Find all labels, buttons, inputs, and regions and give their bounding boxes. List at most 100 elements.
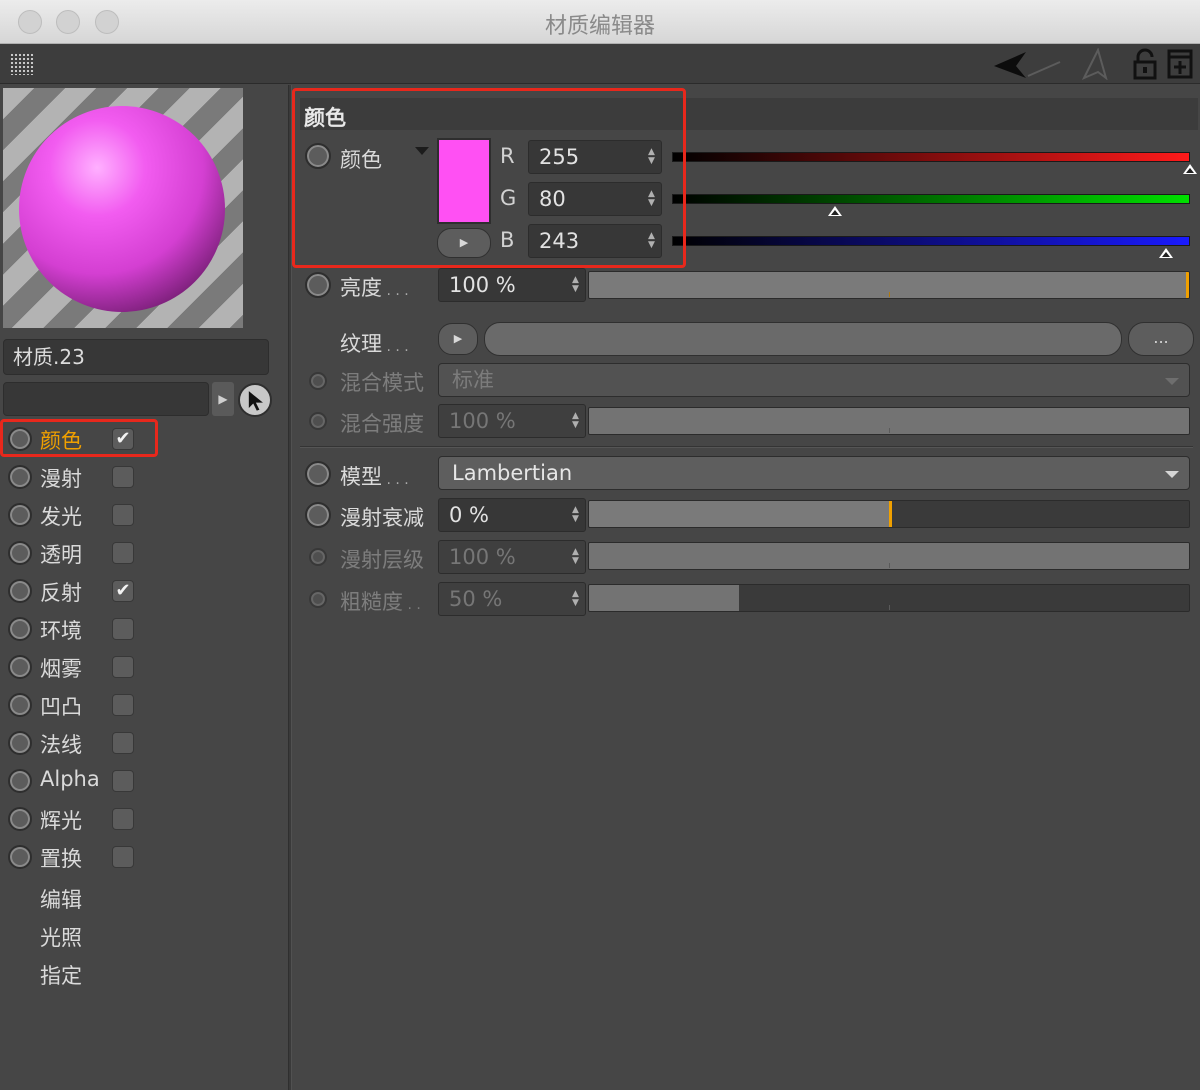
material-preview[interactable]	[3, 88, 243, 328]
channel-item[interactable]: 法线	[0, 724, 288, 762]
color-block-highlight	[292, 88, 686, 268]
title-bar: 材质编辑器	[0, 0, 1200, 44]
channel-item[interactable]: 发光	[0, 496, 288, 534]
channel-checkbox[interactable]	[112, 656, 134, 678]
channel-radio[interactable]	[8, 655, 32, 679]
channel-label: 法线	[40, 733, 82, 757]
slider-mid-tick	[889, 605, 890, 610]
channel-radio[interactable]	[8, 465, 32, 489]
blue-gradient-slider[interactable]	[672, 236, 1190, 246]
channel-checkbox[interactable]	[112, 694, 134, 716]
diffuse-falloff-animate-radio[interactable]	[305, 502, 331, 528]
channel-item[interactable]: 透明	[0, 534, 288, 572]
channel-radio[interactable]	[8, 541, 32, 565]
diffuse-falloff-marker	[889, 501, 892, 527]
green-gradient-slider[interactable]	[672, 194, 1190, 204]
channel-item[interactable]: Alpha	[0, 762, 288, 800]
roughness-slider[interactable]	[588, 584, 1190, 612]
roughness-animate-radio[interactable]	[309, 590, 327, 608]
channel-radio[interactable]	[8, 617, 32, 641]
section-divider	[300, 446, 1193, 448]
channel-checkbox[interactable]	[112, 504, 134, 526]
diffuse-level-animate-radio[interactable]	[309, 548, 327, 566]
roughness-field[interactable]: 50 % ▲ ▼	[438, 582, 586, 616]
diffuse-level-field[interactable]: 100 % ▲ ▼	[438, 540, 586, 574]
slider-mid-tick	[889, 428, 890, 433]
slider-mid-tick	[889, 292, 890, 297]
blend-strength-slider[interactable]	[588, 407, 1190, 435]
blue-slider-handle[interactable]	[1158, 248, 1173, 258]
channel-checkbox[interactable]	[112, 732, 134, 754]
channel-radio[interactable]	[8, 845, 32, 869]
diffuse-falloff-field[interactable]: 0 % ▲ ▼	[438, 498, 586, 532]
channel-item[interactable]: 置换	[0, 838, 288, 876]
channel-radio[interactable]	[8, 807, 32, 831]
channel-item[interactable]: 辉光	[0, 800, 288, 838]
diffuse-falloff-label: 漫射衰减	[340, 506, 424, 530]
diffuse-level-label: 漫射层级	[340, 548, 424, 572]
blend-mode-dropdown[interactable]: 标准	[438, 363, 1190, 397]
diffuse-level-slider[interactable]	[588, 542, 1190, 570]
red-slider-handle[interactable]	[1183, 164, 1197, 174]
channel-checkbox[interactable]	[112, 542, 134, 564]
channel-label: 置换	[40, 847, 82, 871]
blend-strength-label: 混合强度	[340, 412, 424, 436]
channel-checkbox[interactable]: ✔	[112, 580, 134, 602]
slider-mid-tick	[889, 563, 890, 568]
diffuse-falloff-slider[interactable]	[588, 500, 1190, 528]
roughness-label: 粗糙度 . .	[340, 590, 421, 614]
diffuse-falloff-slider-fill	[589, 501, 889, 527]
channel-label: 烟雾	[40, 657, 82, 681]
channel-radio[interactable]	[8, 579, 32, 603]
channel-item[interactable]: 凹凸	[0, 686, 288, 724]
channel-radio[interactable]	[8, 731, 32, 755]
roughness-slider-fill	[589, 585, 739, 611]
texture-label: 纹理 . . .	[340, 332, 409, 356]
channel-item[interactable]: 反射 ✔	[0, 572, 288, 610]
channel-checkbox[interactable]	[112, 846, 134, 868]
channel-item[interactable]: 烟雾	[0, 648, 288, 686]
blend-strength-animate-radio[interactable]	[309, 412, 327, 430]
model-dropdown[interactable]: Lambertian	[438, 456, 1190, 490]
texture-slot[interactable]	[484, 322, 1122, 356]
unlock-icon[interactable]	[1132, 48, 1160, 80]
channel-checkbox[interactable]	[112, 808, 134, 830]
channel-label: 发光	[40, 505, 82, 529]
channel-label: 反射	[40, 581, 82, 605]
channel-label: 漫射	[40, 467, 82, 491]
channel-radio[interactable]	[8, 503, 32, 527]
texture-browse-button[interactable]: ...	[1128, 322, 1194, 356]
brightness-field[interactable]: 100 % ▲ ▼	[438, 268, 586, 302]
channel-checkbox[interactable]	[112, 770, 134, 792]
channel-radio[interactable]	[8, 693, 32, 717]
pick-object-button[interactable]	[238, 383, 272, 417]
panel-item[interactable]: 编辑	[40, 884, 82, 914]
blend-mode-label: 混合模式	[340, 371, 424, 395]
navigation-arrows-icon[interactable]	[990, 48, 1110, 80]
brightness-slider[interactable]	[588, 271, 1190, 299]
brightness-animate-radio[interactable]	[305, 272, 331, 298]
blend-mode-animate-radio[interactable]	[309, 372, 327, 390]
texture-expand-button[interactable]: ▶	[438, 323, 478, 355]
channel-radio[interactable]	[8, 769, 32, 793]
channel-search-input[interactable]	[3, 382, 209, 416]
channel-item[interactable]: 漫射	[0, 458, 288, 496]
channel-checkbox[interactable]	[112, 618, 134, 640]
toolbar	[0, 44, 1200, 84]
channel-label: 辉光	[40, 809, 82, 833]
material-name-field[interactable]: 材质.23	[3, 339, 269, 375]
red-gradient-slider[interactable]	[672, 152, 1190, 162]
new-window-icon[interactable]	[1166, 48, 1196, 80]
search-arrow-button[interactable]: ▶	[212, 382, 234, 416]
window-title: 材质编辑器	[544, 14, 655, 39]
blend-strength-field[interactable]: 100 % ▲ ▼	[438, 404, 586, 438]
panel-grip-icon[interactable]	[10, 53, 34, 75]
channel-label: 环境	[40, 619, 82, 643]
panel-item[interactable]: 指定	[40, 960, 82, 990]
channel-item[interactable]: 环境	[0, 610, 288, 648]
channel-checkbox[interactable]	[112, 466, 134, 488]
model-animate-radio[interactable]	[305, 461, 331, 487]
panel-item[interactable]: 光照	[40, 922, 82, 952]
green-slider-handle[interactable]	[827, 206, 842, 216]
channel-label: 凹凸	[40, 695, 82, 719]
